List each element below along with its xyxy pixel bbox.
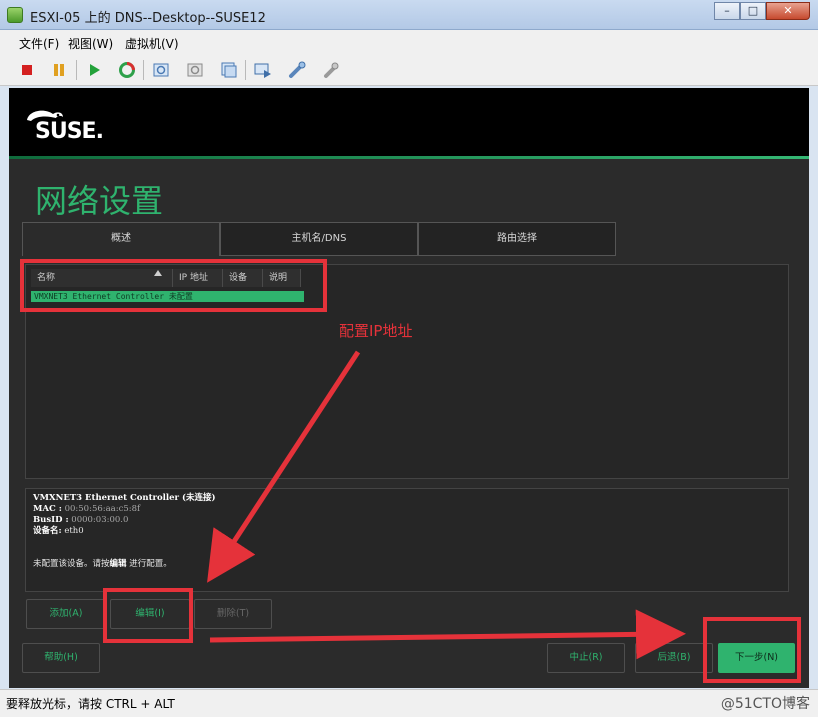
status-text: 要释放光标，请按 CTRL + ALT [6,697,175,711]
arrow-to-edit [207,350,361,583]
arrow-to-next [209,609,686,660]
watermark: @51CTO博客 [720,696,810,712]
annotation-arrows [207,350,686,660]
status-bar: 要释放光标，请按 CTRL + ALT @51CTO博客 [0,689,818,717]
